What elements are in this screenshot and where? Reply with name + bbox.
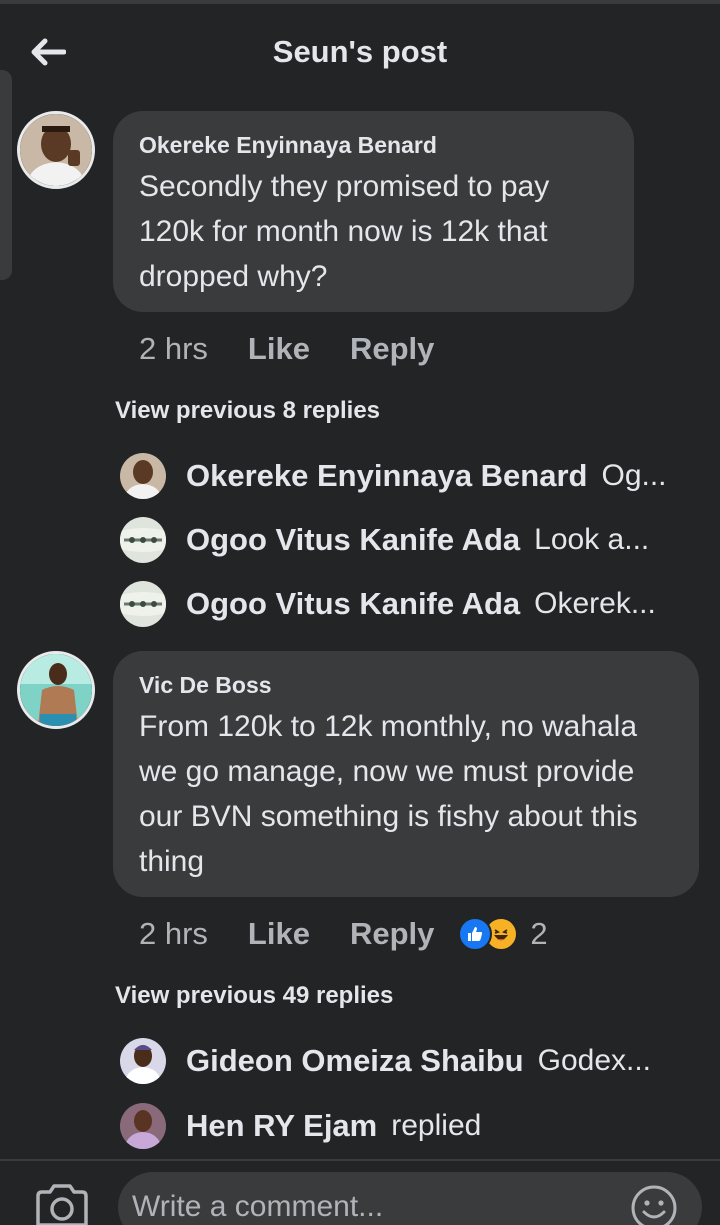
reply-item[interactable]: Hen RY Ejam replied — [120, 1100, 710, 1152]
reply-author: Gideon Omeiza Shaibu — [186, 1043, 524, 1078]
profile-photo — [20, 114, 92, 186]
comment-actions: 2 hrs Like Reply — [139, 329, 434, 369]
side-handle[interactable] — [0, 70, 12, 280]
reply-item[interactable]: Ogoo Vitus Kanife Ada Look a... — [120, 514, 710, 566]
reply-author: Ogoo Vitus Kanife Ada — [186, 522, 521, 557]
like-icon — [458, 917, 493, 951]
reply-snippet: replied — [391, 1109, 482, 1142]
reaction-count: 2 — [530, 916, 548, 951]
emoji-button[interactable] — [630, 1184, 678, 1225]
view-previous-replies[interactable]: View previous 49 replies — [115, 982, 393, 1010]
profile-photo — [20, 654, 92, 726]
reply-item[interactable]: Gideon Omeiza Shaibu Godex... — [120, 1035, 710, 1087]
reply-snippet: Look a... — [534, 523, 650, 556]
like-button[interactable]: Like — [248, 916, 310, 952]
avatar — [120, 517, 166, 563]
page-title: Seun's post — [272, 34, 448, 69]
comment-actions: 2 hrs Like Reply 2 — [139, 914, 548, 954]
reply-author: Okereke Enyinnaya Benard — [186, 458, 588, 493]
composer-divider — [0, 1159, 720, 1161]
reply-snippet: Og... — [601, 459, 667, 492]
reply-button[interactable]: Reply — [350, 916, 434, 952]
comment-bubble[interactable]: Okereke Enyinnaya Benard Secondly they p… — [113, 111, 634, 312]
view-previous-replies[interactable]: View previous 8 replies — [115, 397, 380, 425]
avatar[interactable] — [17, 111, 95, 189]
like-button[interactable]: Like — [248, 331, 310, 367]
avatar — [120, 1038, 166, 1084]
avatar — [120, 581, 166, 627]
comment-time[interactable]: 2 hrs — [139, 916, 208, 952]
reply-item[interactable]: Ogoo Vitus Kanife Ada Okerek... — [120, 578, 710, 630]
avatar[interactable] — [17, 651, 95, 729]
header: Seun's post — [0, 4, 720, 100]
comment-text: Secondly they promised to pay 120k for m… — [139, 170, 550, 293]
reply-item[interactable]: Okereke Enyinnaya Benard Og... — [120, 450, 710, 502]
reaction-summary[interactable]: 2 — [458, 916, 548, 952]
reply-button[interactable]: Reply — [350, 331, 434, 367]
emoji-icon — [631, 1185, 677, 1225]
comment-author[interactable]: Okereke Enyinnaya Benard — [139, 132, 437, 159]
reply-snippet: Godex... — [537, 1044, 652, 1077]
camera-button[interactable] — [34, 1180, 90, 1225]
avatar — [120, 453, 166, 499]
avatar — [120, 1103, 166, 1149]
camera-icon — [36, 1184, 88, 1225]
reply-author: Ogoo Vitus Kanife Ada — [186, 586, 521, 621]
comment-author[interactable]: Vic De Boss — [139, 672, 272, 699]
reply-author: Hen RY Ejam — [186, 1108, 378, 1143]
comment-text: From 120k to 12k monthly, no wahala we g… — [139, 710, 638, 878]
comment-time[interactable]: 2 hrs — [139, 331, 208, 367]
comment-bubble[interactable]: Vic De Boss From 120k to 12k monthly, no… — [113, 651, 699, 897]
comment-input[interactable] — [118, 1172, 702, 1225]
reply-snippet: Okerek... — [534, 587, 656, 620]
